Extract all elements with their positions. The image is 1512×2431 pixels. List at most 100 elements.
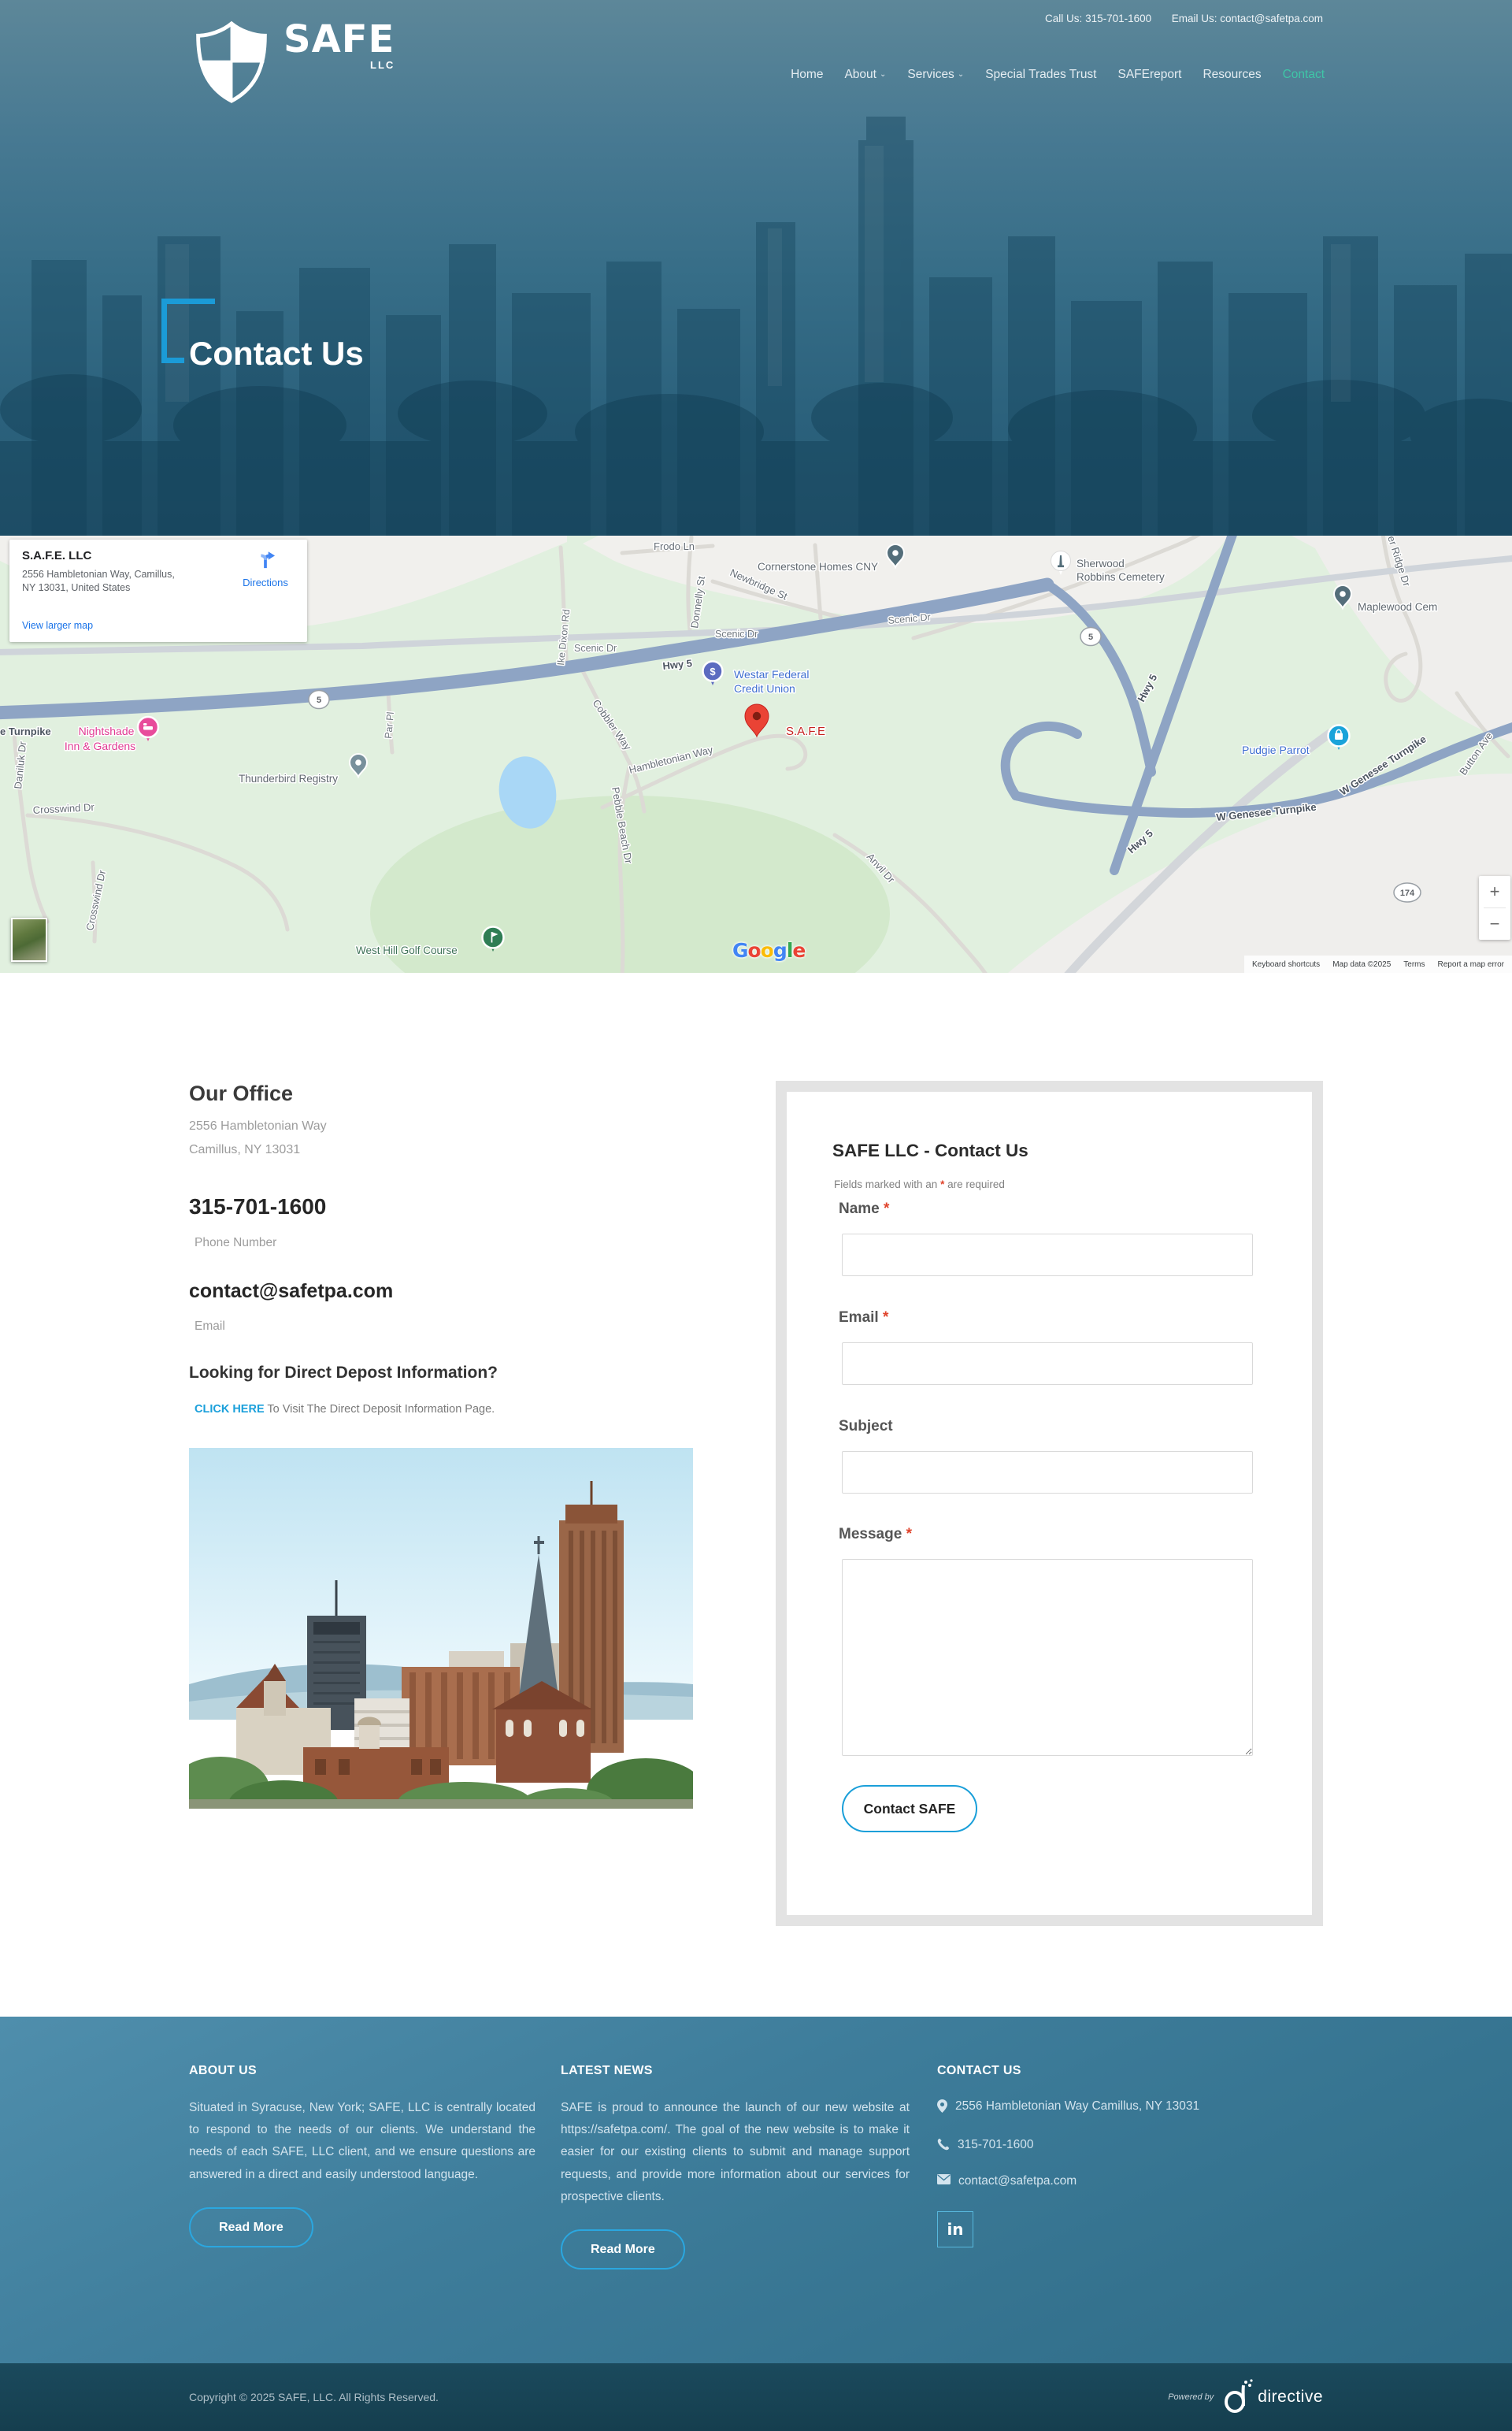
nav-item-resources[interactable]: Resources (1203, 68, 1261, 82)
svg-text:5: 5 (1088, 633, 1093, 642)
call-us-label: Call Us: (1045, 13, 1082, 24)
subject-label: Subject (839, 1418, 893, 1435)
header-contact-strip: Call Us: 315-701-1600 Email Us: contact@… (1045, 13, 1323, 24)
directive-brand-name: directive (1258, 2388, 1323, 2407)
required-asterisk: * (883, 1309, 888, 1326)
map-card-title: S.A.F.E. LLC (22, 549, 91, 562)
map-label: Frodo Ln (654, 540, 695, 552)
office-phone: 315-701-1600 (189, 1194, 326, 1219)
map-label: West Hill Golf Course (356, 945, 458, 956)
form-title: SAFE LLC - Contact Us (832, 1141, 1028, 1161)
map-label: Robbins Cemetery (1077, 571, 1165, 583)
about-us-heading: ABOUT US (189, 2064, 536, 2078)
directive-logo-icon (1221, 2379, 1254, 2415)
email-input[interactable] (842, 1342, 1253, 1385)
copyright-text: Copyright © 2025 SAFE, LLC. All Rights R… (189, 2391, 439, 2403)
footer-contact-column: CONTACT US 2556 Hambletonian Way Camillu… (937, 2064, 1284, 2247)
about-read-more-button[interactable]: Read More (189, 2207, 313, 2247)
map-label: Par Pl (383, 711, 396, 739)
message-label: Message * (839, 1526, 912, 1543)
terms-link[interactable]: Terms (1403, 960, 1425, 969)
syracuse-city-photo (189, 1448, 693, 1809)
contact-safe-button[interactable]: Contact SAFE (842, 1785, 977, 1832)
directions-button[interactable]: Directions (235, 549, 296, 588)
map-label: Thunderbird Registry (239, 773, 338, 785)
about-us-text: Situated in Syracuse, New York; SAFE, LL… (189, 2097, 536, 2186)
map-label: S.A.F.E (786, 725, 825, 738)
map-label: Credit Union (734, 682, 795, 695)
office-address: 2556 Hambletonian WayCamillus, NY 13031 (189, 1115, 327, 1162)
powered-by-label: Powered by (1168, 2392, 1214, 2402)
map-label: Cornerstone Homes CNY (758, 561, 878, 573)
direct-deposit-heading: Looking for Direct Depost Information? (189, 1364, 498, 1383)
map-label: Maplewood Cem (1358, 601, 1437, 613)
map-label: Pudgie Parrot (1242, 744, 1310, 756)
svg-text:$: $ (710, 666, 716, 677)
map-label: Inn & Gardens (65, 740, 135, 752)
directions-icon (255, 549, 276, 570)
email-caption: Email (195, 1319, 225, 1334)
footer-phone-row: 315-701-1600 (937, 2136, 1284, 2155)
call-us-phone: 315-701-1600 (1085, 13, 1151, 24)
required-asterisk: * (884, 1201, 889, 1217)
message-textarea[interactable] (842, 1559, 1253, 1756)
our-office-heading: Our Office (189, 1082, 293, 1106)
google-map-embed[interactable]: Frodo Ln Donnelly St Newbridge St Corner… (0, 536, 1512, 973)
phone-caption: Phone Number (195, 1236, 276, 1250)
latest-news-text: SAFE is proud to announce the launch of … (561, 2097, 910, 2208)
footer-contact-heading: CONTACT US (937, 2064, 1284, 2078)
copyright-bar: Copyright © 2025 SAFE, LLC. All Rights R… (0, 2363, 1512, 2431)
map-label: Westar Federal (734, 668, 809, 681)
name-label: Name * (839, 1201, 889, 1218)
phone-icon (937, 2138, 950, 2151)
nav-item-about[interactable]: About⌄ (844, 68, 886, 82)
svg-text:5: 5 (317, 696, 321, 705)
name-input[interactable] (842, 1234, 1253, 1276)
google-logo[interactable]: Google (732, 939, 805, 962)
subject-input[interactable] (842, 1451, 1253, 1494)
map-label: Scenic Dr (574, 643, 617, 654)
map-card-address: 2556 Hambletonian Way, Camillus,NY 13031… (22, 568, 203, 595)
footer-section: ABOUT US Situated in Syracuse, New York;… (0, 2017, 1512, 2363)
hero-section: Call Us: 315-701-1600 Email Us: contact@… (0, 0, 1512, 536)
brand-name: SAFE (284, 20, 395, 58)
content-section: Our Office 2556 Hambletonian WayCamillus… (0, 973, 1512, 2017)
nav-item-contact[interactable]: Contact (1283, 68, 1325, 82)
envelope-icon (937, 2174, 951, 2184)
site-logo[interactable]: SAFE LLC (187, 20, 395, 104)
footer-about-column: ABOUT US Situated in Syracuse, New York;… (189, 2064, 536, 2247)
linkedin-button[interactable]: in (937, 2211, 973, 2247)
nav-item-home[interactable]: Home (791, 68, 823, 82)
click-here-link[interactable]: CLICK HERE (195, 1403, 265, 1416)
map-zoom-control: + − (1479, 876, 1510, 940)
page-title: Contact Us (189, 335, 364, 373)
direct-deposit-line: CLICK HERE To Visit The Direct Deposit I… (195, 1403, 495, 1416)
office-email: contact@safetpa.com (189, 1280, 393, 1303)
email-us-address: contact@safetpa.com (1220, 13, 1323, 24)
map-label: Scenic Dr (715, 629, 758, 640)
chevron-down-icon: ⌄ (880, 70, 886, 79)
required-asterisk: * (906, 1526, 912, 1542)
view-larger-map-link[interactable]: View larger map (22, 620, 93, 631)
nav-item-services[interactable]: Services⌄ (907, 68, 964, 82)
shield-logo-icon (187, 20, 276, 104)
keyboard-shortcuts-link[interactable]: Keyboard shortcuts (1252, 960, 1320, 969)
nav-item-special-trades-trust[interactable]: Special Trades Trust (985, 68, 1096, 82)
svg-text:174: 174 (1400, 889, 1415, 898)
powered-by-directive-link[interactable]: Powered by directive (1168, 2379, 1323, 2415)
nav-item-safereport[interactable]: SAFEreport (1118, 68, 1182, 82)
email-label: Email * (839, 1309, 888, 1327)
primary-nav: Home About⌄ Services⌄ Special Trades Tru… (791, 68, 1325, 82)
route-shield-5: 5 (1080, 628, 1101, 646)
email-us-label: Email Us: (1172, 13, 1217, 24)
news-read-more-button[interactable]: Read More (561, 2229, 685, 2270)
directions-label: Directions (235, 577, 296, 588)
report-map-error-link[interactable]: Report a map error (1438, 960, 1504, 969)
latest-news-heading: LATEST NEWS (561, 2064, 910, 2078)
footer-email-row: contact@safetpa.com (937, 2172, 1284, 2192)
footer-news-column: LATEST NEWS SAFE is proud to announce th… (561, 2064, 910, 2270)
street-view-thumbnail[interactable] (11, 918, 47, 962)
zoom-in-button[interactable]: + (1479, 876, 1510, 907)
zoom-out-button[interactable]: − (1479, 908, 1510, 940)
contact-form-card: SAFE LLC - Contact Us Fields marked with… (776, 1081, 1323, 1926)
